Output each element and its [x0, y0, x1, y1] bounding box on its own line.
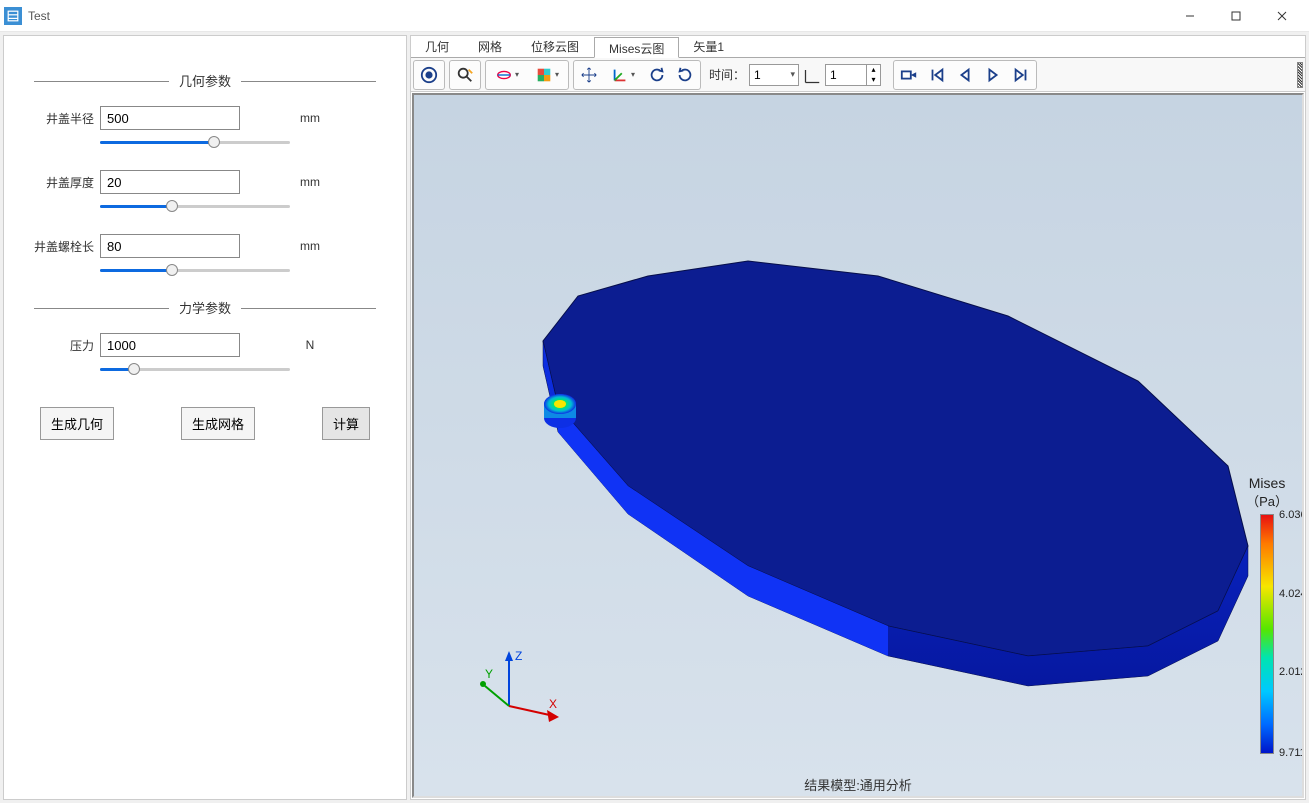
- toolbar-expand-handle[interactable]: [1297, 62, 1303, 88]
- rotate-ccw-icon[interactable]: [643, 62, 671, 88]
- generate-mesh-button[interactable]: 生成网格: [181, 407, 255, 440]
- legend-tick-1: 2.012e+07: [1279, 666, 1304, 678]
- titlebar: Test: [0, 0, 1309, 32]
- thickness-unit: mm: [290, 175, 330, 189]
- time-label: 时间：: [709, 66, 745, 83]
- radius-input[interactable]: [100, 106, 240, 130]
- svg-text:Y: Y: [485, 667, 493, 681]
- 3d-viewport[interactable]: Z X Y Mises （Pa） 6.036e+07 4.024e+07 2.0…: [412, 93, 1304, 798]
- legend-unit: （Pa）: [1246, 491, 1288, 510]
- tab-vector1[interactable]: 矢量1: [679, 36, 739, 57]
- bolt-input[interactable]: [100, 234, 240, 258]
- legend-title: Mises: [1246, 475, 1288, 491]
- parameter-panel: 几何参数 井盖半径 mm 井盖厚度 mm 井盖螺栓长 mm 力学参数 压力 N …: [3, 35, 407, 800]
- pan-icon[interactable]: [575, 62, 603, 88]
- radius-slider[interactable]: [100, 134, 290, 150]
- thickness-label: 井盖厚度: [34, 174, 94, 191]
- tab-mises[interactable]: Mises云图: [594, 37, 679, 58]
- maximize-button[interactable]: [1213, 1, 1259, 31]
- angle-icon[interactable]: [803, 65, 823, 85]
- legend-tick-max: 6.036e+07: [1279, 509, 1304, 521]
- svg-text:Z: Z: [515, 649, 522, 663]
- time-select[interactable]: 1: [749, 64, 799, 86]
- rotate-cw-icon[interactable]: [671, 62, 699, 88]
- geom-group-title: 几何参数: [34, 71, 376, 91]
- skip-end-icon[interactable]: [1007, 62, 1035, 88]
- result-tabs: 几何 网格 位移云图 Mises云图 矢量1: [411, 36, 1305, 58]
- zoom-icon[interactable]: [451, 62, 479, 88]
- colormap-cube-icon[interactable]: ▾: [527, 62, 567, 88]
- pressure-label: 压力: [34, 337, 94, 354]
- record-icon[interactable]: [895, 62, 923, 88]
- result-panel: 几何 网格 位移云图 Mises云图 矢量1 ▾ ▾ ▾ 时间：: [410, 35, 1306, 800]
- minimize-button[interactable]: [1167, 1, 1213, 31]
- play-icon[interactable]: [979, 62, 1007, 88]
- thickness-slider[interactable]: [100, 198, 290, 214]
- pressure-input[interactable]: [100, 333, 240, 357]
- compute-button[interactable]: 计算: [322, 407, 370, 440]
- thickness-input[interactable]: [100, 170, 240, 194]
- close-button[interactable]: [1259, 1, 1305, 31]
- clip-plane-icon[interactable]: ▾: [487, 62, 527, 88]
- mises-contour-model: [448, 166, 1268, 726]
- legend-colorbar: 6.036e+07 4.024e+07 2.012e+07 9.711e+02: [1260, 514, 1274, 754]
- app-icon: [4, 7, 22, 25]
- camera-icon[interactable]: [415, 62, 443, 88]
- step-back-icon[interactable]: [951, 62, 979, 88]
- svg-text:X: X: [549, 697, 557, 711]
- tab-mesh[interactable]: 网格: [464, 36, 517, 57]
- color-legend: Mises （Pa） 6.036e+07 4.024e+07 2.012e+07…: [1246, 475, 1288, 754]
- pressure-unit: N: [290, 338, 330, 352]
- step-spinner[interactable]: ▴▾: [825, 64, 881, 86]
- step-input[interactable]: [826, 65, 866, 85]
- legend-tick-min: 9.711e+02: [1279, 747, 1304, 759]
- legend-tick-2: 4.024e+07: [1279, 588, 1304, 600]
- viewport-status: 结果模型:通用分析: [804, 775, 912, 794]
- radius-label: 井盖半径: [34, 110, 94, 127]
- window-title: Test: [28, 9, 1167, 23]
- tab-geometry[interactable]: 几何: [411, 36, 464, 57]
- tab-displacement[interactable]: 位移云图: [517, 36, 594, 57]
- radius-unit: mm: [290, 111, 330, 125]
- bolt-label: 井盖螺栓长: [34, 238, 94, 255]
- mech-group-title: 力学参数: [34, 298, 376, 318]
- pressure-slider[interactable]: [100, 361, 290, 377]
- coordinate-triad: Z X Y: [479, 646, 569, 736]
- generate-geometry-button[interactable]: 生成几何: [40, 407, 114, 440]
- bolt-unit: mm: [290, 239, 330, 253]
- viewport-toolbar: ▾ ▾ ▾ 时间： 1 ▴▾: [411, 58, 1305, 92]
- bolt-slider[interactable]: [100, 262, 290, 278]
- axis-orient-icon[interactable]: ▾: [603, 62, 643, 88]
- skip-start-icon[interactable]: [923, 62, 951, 88]
